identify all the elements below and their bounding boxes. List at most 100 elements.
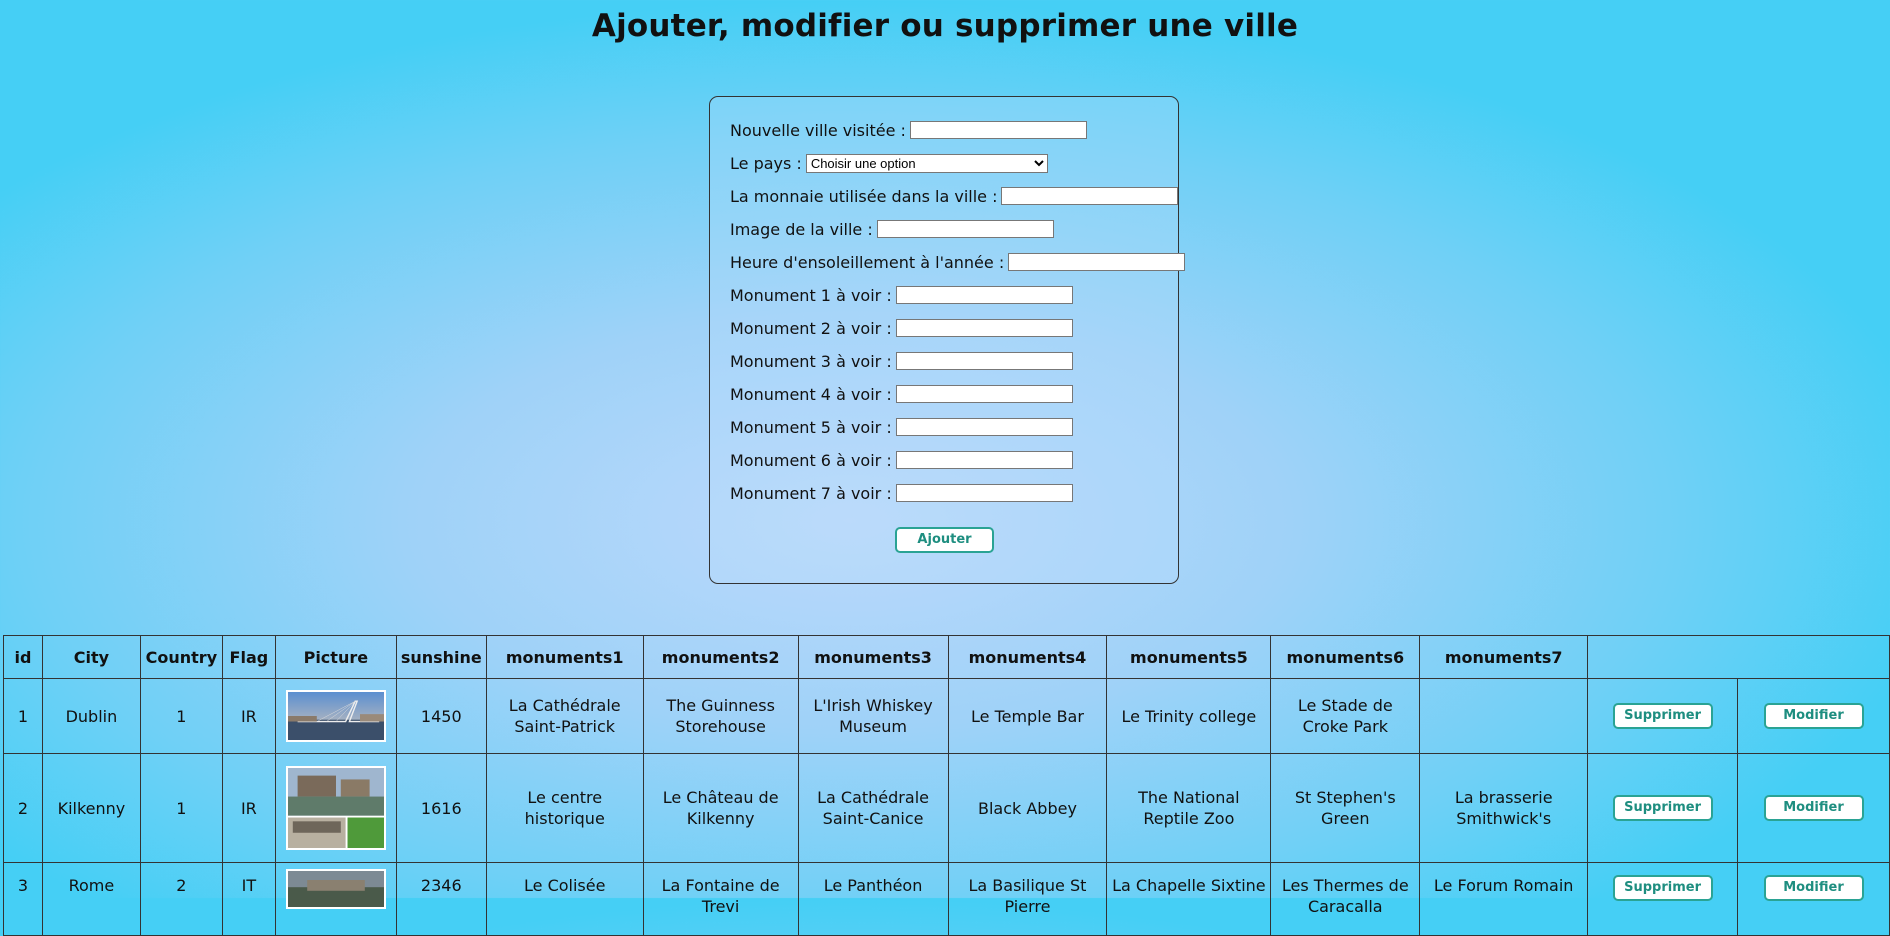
cell-country: 1: [139, 753, 223, 863]
cell-sunshine: 1450: [395, 678, 487, 754]
country-row: Le pays : Choisir une option: [730, 152, 1048, 174]
cell-country: 2: [139, 862, 223, 936]
city-name-label: Nouvelle ville visitée :: [730, 120, 906, 140]
city-picture: [285, 869, 386, 909]
monument-3-row: Monument 3 à voir :: [730, 350, 1073, 372]
header-country: Country: [139, 635, 223, 679]
cell-monument-3: L'Irish Whiskey Museum: [797, 678, 949, 754]
header-monuments6: monuments6: [1270, 635, 1421, 679]
cell-monument-4: La Basilique St Pierre: [947, 862, 1108, 936]
monument-5-input[interactable]: [895, 418, 1073, 436]
city-picture: [285, 690, 386, 742]
sunshine-label: Heure d'ensoleillement à l'année :: [730, 252, 1005, 272]
cell-monument-4: Black Abbey: [947, 753, 1108, 863]
cell-delete: Supprimer: [1587, 678, 1738, 754]
monument-7-input[interactable]: [895, 484, 1073, 502]
monument-3-input[interactable]: [895, 352, 1073, 370]
cell-edit: Modifier: [1737, 862, 1890, 936]
cell-picture: [274, 753, 397, 863]
sunshine-row: Heure d'ensoleillement à l'année :: [730, 251, 1186, 273]
currency-row: La monnaie utilisée dans la ville :: [730, 185, 1179, 207]
cell-picture: [274, 862, 397, 936]
header-monuments1: monuments1: [485, 635, 644, 679]
monument-5-row: Monument 5 à voir :: [730, 416, 1073, 438]
cell-monument-3: Le Panthéon: [797, 862, 949, 936]
header-city: City: [41, 635, 141, 679]
currency-input[interactable]: [1001, 187, 1179, 205]
table-row: 2 Kilkenny 1 IR 1616 Le centre historiqu…: [3, 753, 1890, 863]
cell-flag: IR: [221, 678, 276, 754]
currency-label: La monnaie utilisée dans la ville :: [730, 186, 998, 206]
cell-monument-2: La Fontaine de Trevi: [642, 862, 799, 936]
add-button[interactable]: Ajouter: [895, 527, 994, 553]
monument-4-row: Monument 4 à voir :: [730, 383, 1073, 405]
header-flag: Flag: [221, 635, 276, 679]
cell-monument-7: La brasserie Smithwick's: [1419, 753, 1589, 863]
header-actions: [1587, 635, 1890, 679]
cell-edit: Modifier: [1737, 678, 1890, 754]
header-monuments2: monuments2: [642, 635, 799, 679]
cell-city: Dublin: [41, 678, 141, 754]
edit-button[interactable]: Modifier: [1763, 703, 1864, 729]
image-input[interactable]: [876, 220, 1054, 238]
monument-7-label: Monument 7 à voir :: [730, 483, 892, 503]
cell-id: 3: [3, 862, 43, 936]
monument-4-input[interactable]: [895, 385, 1073, 403]
header-monuments3: monuments3: [797, 635, 949, 679]
cell-monument-5: The National Reptile Zoo: [1106, 753, 1272, 863]
country-label: Le pays :: [730, 153, 802, 173]
add-city-form: Nouvelle ville visitée : Le pays : Chois…: [709, 96, 1186, 584]
monument-3-label: Monument 3 à voir :: [730, 351, 892, 371]
edit-button[interactable]: Modifier: [1763, 875, 1864, 901]
cell-sunshine: 1616: [395, 753, 487, 863]
delete-button[interactable]: Supprimer: [1612, 875, 1713, 901]
monument-4-label: Monument 4 à voir :: [730, 384, 892, 404]
city-picture: [285, 766, 386, 850]
cell-monument-6: St Stephen's Green: [1270, 753, 1421, 863]
header-monuments5: monuments5: [1106, 635, 1272, 679]
header-monuments7: monuments7: [1419, 635, 1589, 679]
city-name-row: Nouvelle ville visitée :: [730, 119, 1087, 141]
cell-flag: IR: [221, 753, 276, 863]
sunshine-input[interactable]: [1008, 253, 1186, 271]
cell-monument-3: La Cathédrale Saint-Canice: [797, 753, 949, 863]
header-sunshine: sunshine: [395, 635, 487, 679]
monument-1-row: Monument 1 à voir :: [730, 284, 1073, 306]
cell-monument-2: Le Château de Kilkenny: [642, 753, 799, 863]
cell-delete: Supprimer: [1587, 862, 1738, 936]
table-row: 3 Rome 2 IT 2346 Le Colisée La Fontaine …: [3, 862, 1890, 936]
delete-button[interactable]: Supprimer: [1612, 795, 1713, 821]
edit-button[interactable]: Modifier: [1763, 795, 1864, 821]
monument-1-label: Monument 1 à voir :: [730, 285, 892, 305]
image-label: Image de la ville :: [730, 219, 873, 239]
cell-id: 1: [3, 678, 43, 754]
cell-picture: [274, 678, 397, 754]
cell-city: Rome: [41, 862, 141, 936]
cell-monument-7: [1419, 678, 1589, 754]
monument-2-input[interactable]: [895, 319, 1073, 337]
monument-2-label: Monument 2 à voir :: [730, 318, 892, 338]
city-name-input[interactable]: [909, 121, 1087, 139]
page-title: Ajouter, modifier ou supprimer une ville: [591, 8, 1299, 44]
monument-7-row: Monument 7 à voir :: [730, 482, 1073, 504]
monument-2-row: Monument 2 à voir :: [730, 317, 1073, 339]
header-picture: Picture: [274, 635, 397, 679]
header-id: id: [3, 635, 43, 679]
cell-monument-5: Le Trinity college: [1106, 678, 1272, 754]
monument-1-input[interactable]: [895, 286, 1073, 304]
header-monuments4: monuments4: [947, 635, 1108, 679]
cell-delete: Supprimer: [1587, 753, 1738, 863]
cell-id: 2: [3, 753, 43, 863]
cell-city: Kilkenny: [41, 753, 141, 863]
cell-country: 1: [139, 678, 223, 754]
cell-monument-7: Le Forum Romain: [1419, 862, 1589, 936]
cell-monument-6: Les Thermes de Caracalla: [1270, 862, 1421, 936]
cell-monument-4: Le Temple Bar: [947, 678, 1108, 754]
monument-6-row: Monument 6 à voir :: [730, 449, 1073, 471]
monument-6-input[interactable]: [895, 451, 1073, 469]
country-select[interactable]: Choisir une option: [805, 153, 1048, 173]
cell-monument-2: The Guinness Storehouse: [642, 678, 799, 754]
cities-table: id City Country Flag Picture sunshine mo…: [3, 635, 1890, 936]
delete-button[interactable]: Supprimer: [1612, 703, 1713, 729]
cell-monument-1: La Cathédrale Saint-Patrick: [485, 678, 644, 754]
